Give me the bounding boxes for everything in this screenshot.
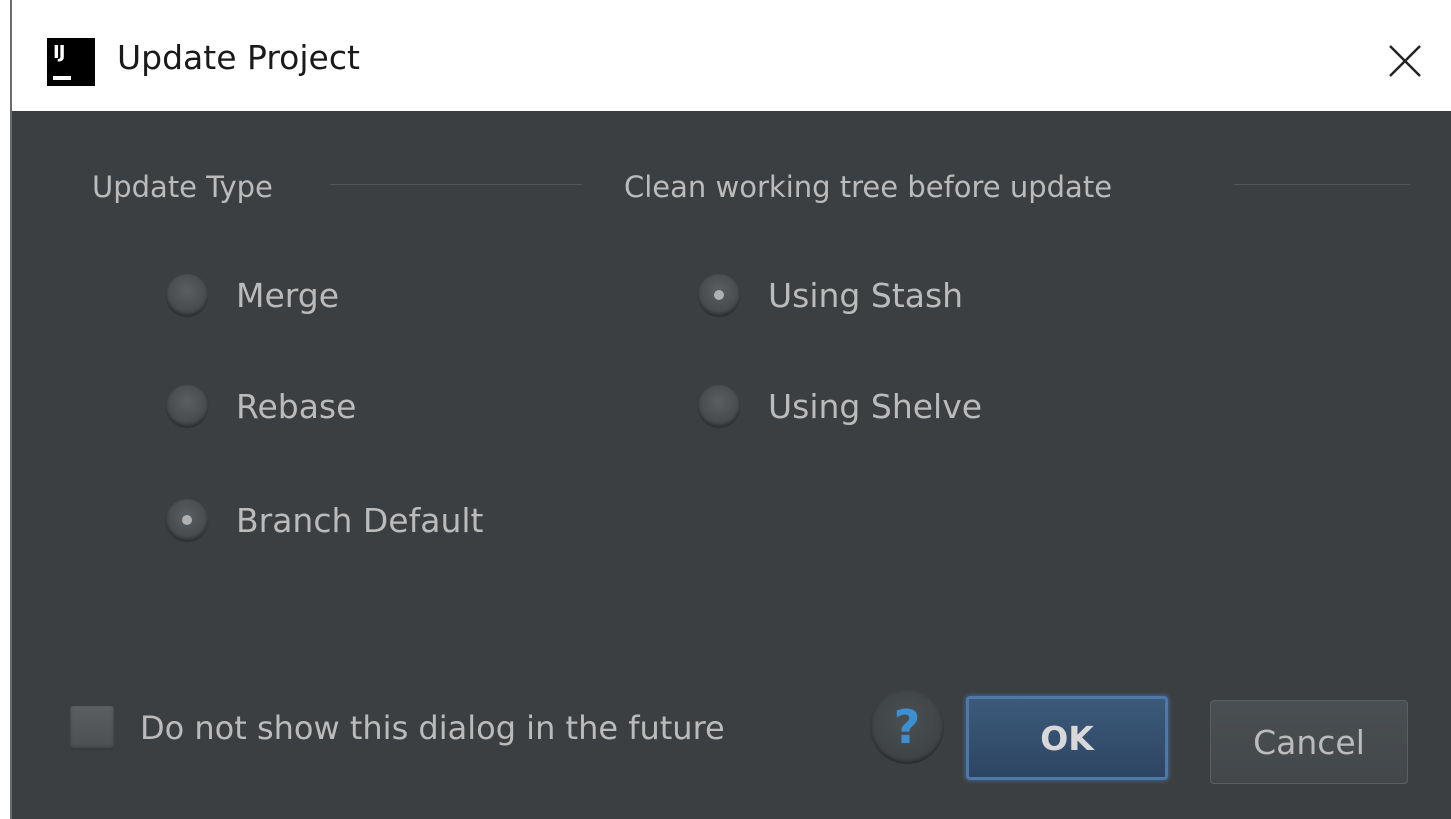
dont-show-checkbox[interactable] (70, 706, 114, 750)
ok-button[interactable]: OK (966, 696, 1168, 780)
dont-show-label: Do not show this dialog in the future (140, 709, 725, 747)
update-type-label: Update Type (92, 170, 273, 204)
radio-using-shelve-indicator[interactable] (698, 385, 740, 427)
update-type-separator (330, 184, 582, 185)
dialog-title: Update Project (117, 38, 360, 77)
title-bar: IJ Update Project (12, 0, 1451, 111)
intellij-icon: IJ (47, 38, 95, 86)
radio-branch-default-label: Branch Default (236, 500, 484, 540)
radio-rebase-label: Rebase (236, 386, 357, 426)
close-button[interactable] (1372, 30, 1432, 90)
clean-tree-label: Clean working tree before update (624, 170, 1113, 204)
window-edge (0, 0, 12, 819)
radio-using-shelve-label: Using Shelve (768, 386, 983, 426)
cancel-button[interactable]: Cancel (1210, 700, 1408, 784)
radio-branch-default[interactable]: Branch Default (166, 490, 483, 550)
radio-merge-indicator[interactable] (166, 274, 208, 316)
radio-branch-default-indicator[interactable] (166, 499, 208, 541)
radio-using-stash-label: Using Stash (768, 275, 964, 315)
radio-merge[interactable]: Merge (166, 265, 339, 325)
radio-merge-label: Merge (236, 275, 340, 315)
app-icon-text: IJ (53, 42, 65, 63)
radio-using-stash-indicator[interactable] (698, 274, 740, 316)
radio-using-shelve[interactable]: Using Shelve (698, 376, 982, 436)
help-button[interactable]: ? (870, 690, 944, 764)
close-icon (1389, 45, 1421, 77)
update-project-dialog: IJ Update Project Update Type Merge Reba… (0, 0, 1451, 819)
radio-rebase[interactable]: Rebase (166, 376, 356, 436)
dont-show-again[interactable]: Do not show this dialog in the future (70, 700, 725, 756)
radio-using-stash[interactable]: Using Stash (698, 265, 963, 325)
clean-tree-separator (1234, 184, 1410, 185)
help-icon: ? (893, 700, 921, 754)
radio-rebase-indicator[interactable] (166, 385, 208, 427)
